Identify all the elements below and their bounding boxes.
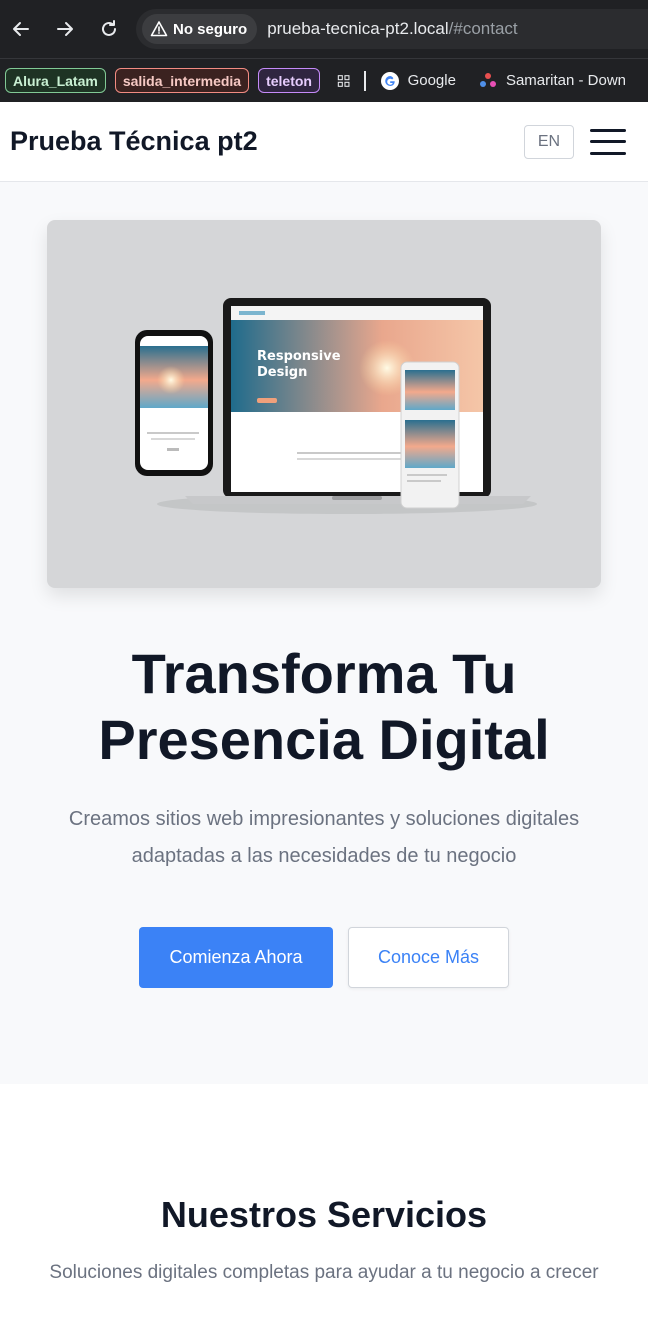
devices-illustration: Responsive Design: [135, 298, 537, 514]
bookmarks-bar: Alura_Latam salida_intermedia teleton Go…: [0, 58, 648, 102]
hero-title: Transforma Tu Presencia Digital: [0, 641, 648, 773]
bookmark-samaritan-label: Samaritan - Down: [505, 72, 626, 89]
hero-section: Responsive Design Transforma Tu Presenci…: [0, 182, 648, 1084]
warning-icon: [150, 21, 168, 37]
url-host: prueba-tecnica-pt2.local: [267, 19, 449, 38]
browser-toolbar: No seguro prueba-tecnica-pt2.local/#cont…: [0, 0, 648, 58]
start-now-button[interactable]: Comienza Ahora: [139, 927, 333, 988]
url-path: /#contact: [448, 19, 518, 38]
apps-grid-icon[interactable]: [337, 71, 350, 91]
hero-image-heading-line2: Design: [257, 365, 307, 380]
security-chip[interactable]: No seguro: [142, 14, 258, 44]
language-toggle-button[interactable]: EN: [524, 124, 574, 159]
services-subtitle: Soluciones digitales completas para ayud…: [49, 1262, 599, 1283]
hero-image: Responsive Design: [47, 220, 601, 588]
hero-title-line1: Transforma Tu: [131, 642, 517, 705]
site-header: Prueba Técnica pt2 EN: [0, 102, 648, 182]
bookmark-samaritan[interactable]: Samaritan - Down: [478, 71, 626, 91]
services-title: Nuestros Servicios: [160, 1194, 488, 1235]
bookmark-salida-intermedia[interactable]: salida_intermedia: [114, 68, 250, 93]
site-brand[interactable]: Prueba Técnica pt2: [10, 126, 524, 157]
hamburger-line: [590, 140, 626, 143]
bookmark-google[interactable]: Google: [380, 71, 456, 91]
reload-icon[interactable]: [94, 14, 124, 44]
security-label: No seguro: [173, 20, 248, 38]
hamburger-icon[interactable]: [590, 128, 626, 155]
hero-image-heading-line1: Responsive: [257, 349, 341, 364]
bookmarks-separator: [364, 70, 366, 91]
bookmark-teleton[interactable]: teleton: [258, 68, 320, 93]
bookmark-google-label: Google: [407, 72, 456, 89]
google-icon: [380, 71, 399, 90]
back-icon[interactable]: [6, 14, 36, 44]
hero-subtitle-line2: adaptadas a las necesidades de tu negoci…: [131, 845, 517, 867]
hero-subtitle-line1: Creamos sitios web impresionantes y solu…: [68, 808, 580, 830]
hero-subtitle: Creamos sitios web impresionantes y solu…: [44, 801, 604, 875]
services-section: Nuestros Servicios Soluciones digitales …: [0, 1084, 648, 1284]
forward-icon[interactable]: [50, 14, 80, 44]
samaritan-icon: [479, 72, 496, 87]
bookmark-alura-latam[interactable]: Alura_Latam: [5, 68, 106, 93]
hero-cta-group: Comienza Ahora Conoce Más: [0, 927, 648, 988]
url-text[interactable]: prueba-tecnica-pt2.local/#contact: [267, 19, 517, 39]
address-bar[interactable]: No seguro prueba-tecnica-pt2.local/#cont…: [136, 9, 648, 49]
learn-more-button[interactable]: Conoce Más: [348, 927, 509, 988]
hamburger-line: [590, 128, 626, 132]
hero-title-line2: Presencia Digital: [98, 708, 550, 771]
hamburger-line: [590, 151, 626, 155]
